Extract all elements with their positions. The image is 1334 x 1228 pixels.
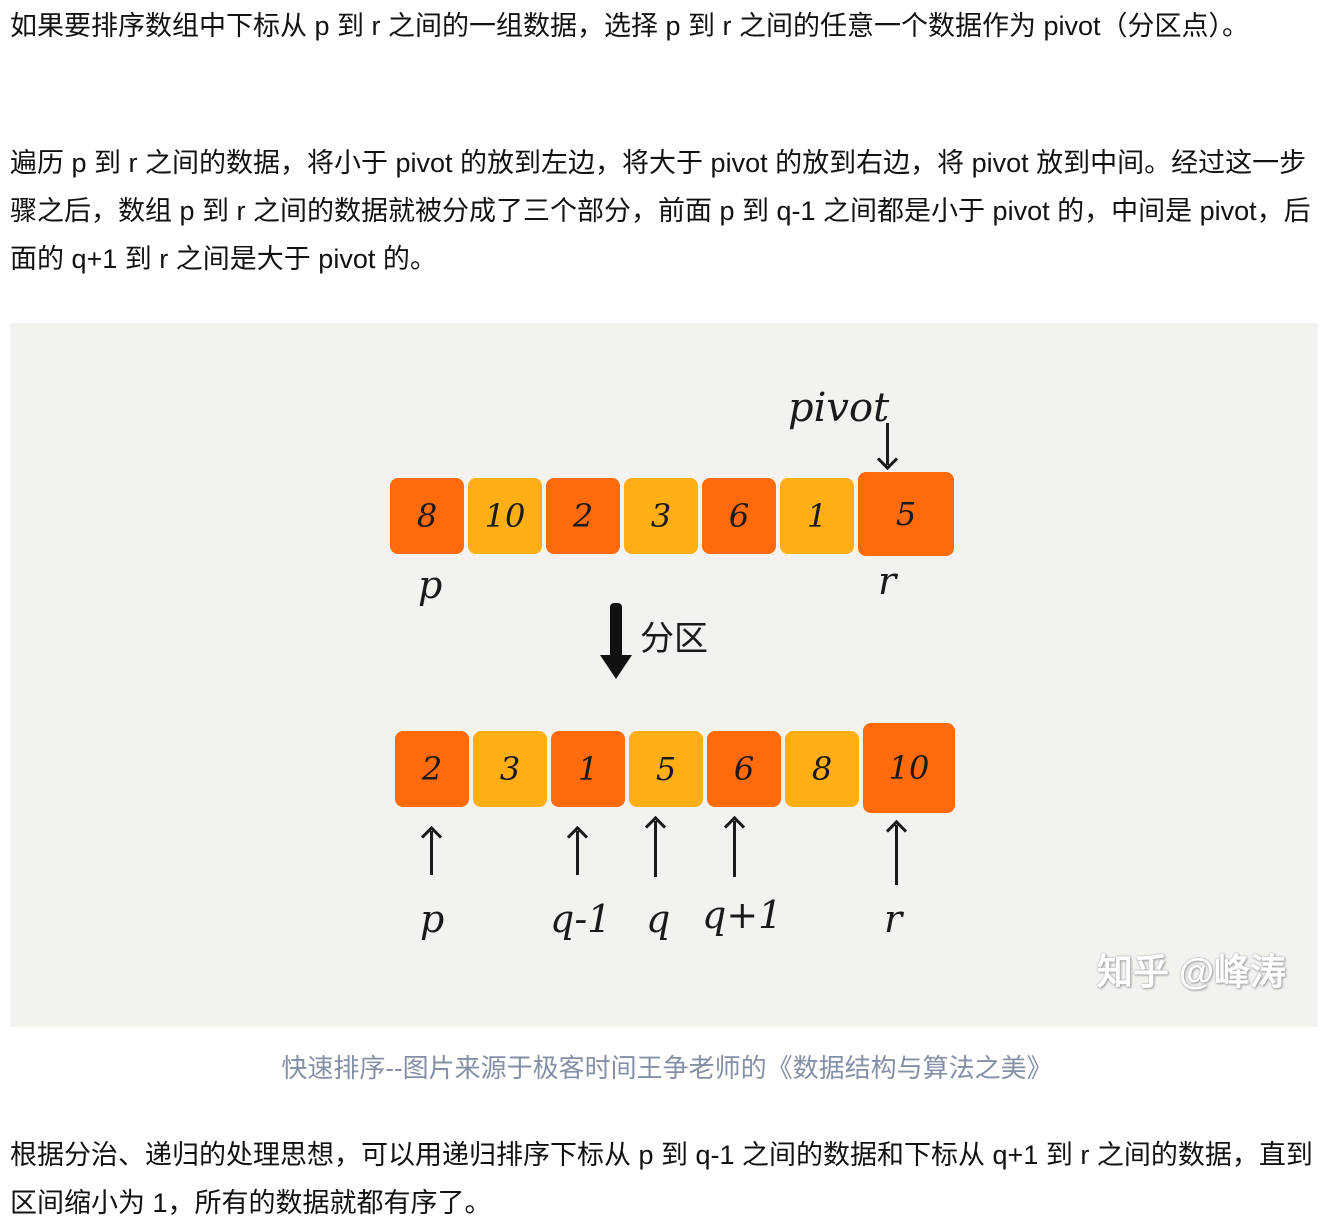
arrow-up-icon [895, 825, 898, 885]
zhihu-watermark: 知乎 @峰涛 [1096, 951, 1286, 992]
array-cell: 2 [546, 478, 620, 554]
down-arrow-icon [600, 603, 632, 679]
paragraph-recursion: 根据分治、递归的处理思想，可以用递归排序下标从 p 到 q-1 之间的数据和下标… [10, 1140, 1313, 1218]
array-cell: 10 [468, 478, 542, 554]
array-cell: 10 [863, 723, 955, 813]
index-label-q-plus-1: q+1 [702, 893, 783, 937]
quicksort-figure: pivot 8 10 2 3 6 1 5 p r 分区 2 3 1 5 6 8 … [10, 323, 1318, 1027]
array-cell-pivot: 5 [858, 472, 954, 556]
arrow-up-icon [654, 821, 657, 877]
array-cell: 3 [473, 731, 547, 807]
array-cell: 8 [785, 731, 859, 807]
array-cell: 2 [395, 731, 469, 807]
index-label-p: p [420, 897, 445, 941]
arrow-up-icon [576, 831, 579, 875]
array-after: 2 3 1 5 6 8 10 [395, 723, 959, 813]
array-cell: 5 [629, 731, 703, 807]
array-cell: 1 [551, 731, 625, 807]
index-label-r: r [878, 559, 897, 603]
index-label-q-minus-1: q-1 [550, 897, 612, 941]
paragraph-pivot-selection: 如果要排序数组中下标从 p 到 r 之间的一组数据，选择 p 到 r 之间的任意… [10, 11, 1250, 41]
array-cell: 1 [780, 478, 854, 554]
partition-label: 分区 [640, 619, 708, 659]
pivot-arrow-icon [886, 423, 889, 465]
array-cell: 6 [702, 478, 776, 554]
index-label-r: r [884, 897, 903, 941]
arrow-up-icon [430, 831, 433, 875]
index-label-q: q [646, 897, 671, 941]
figure-caption: 快速排序--图片来源于极客时间王争老师的《数据结构与算法之美》 [281, 1053, 1053, 1083]
array-before: 8 10 2 3 6 1 5 [390, 472, 958, 556]
array-cell: 6 [707, 731, 781, 807]
pivot-label: pivot [788, 385, 890, 431]
arrow-up-icon [733, 821, 736, 877]
array-cell: 3 [624, 478, 698, 554]
paragraph-partition: 遍历 p 到 r 之间的数据，将小于 pivot 的放到左边，将大于 pivot… [10, 148, 1311, 274]
index-label-p: p [418, 563, 443, 607]
array-cell: 8 [390, 478, 464, 554]
